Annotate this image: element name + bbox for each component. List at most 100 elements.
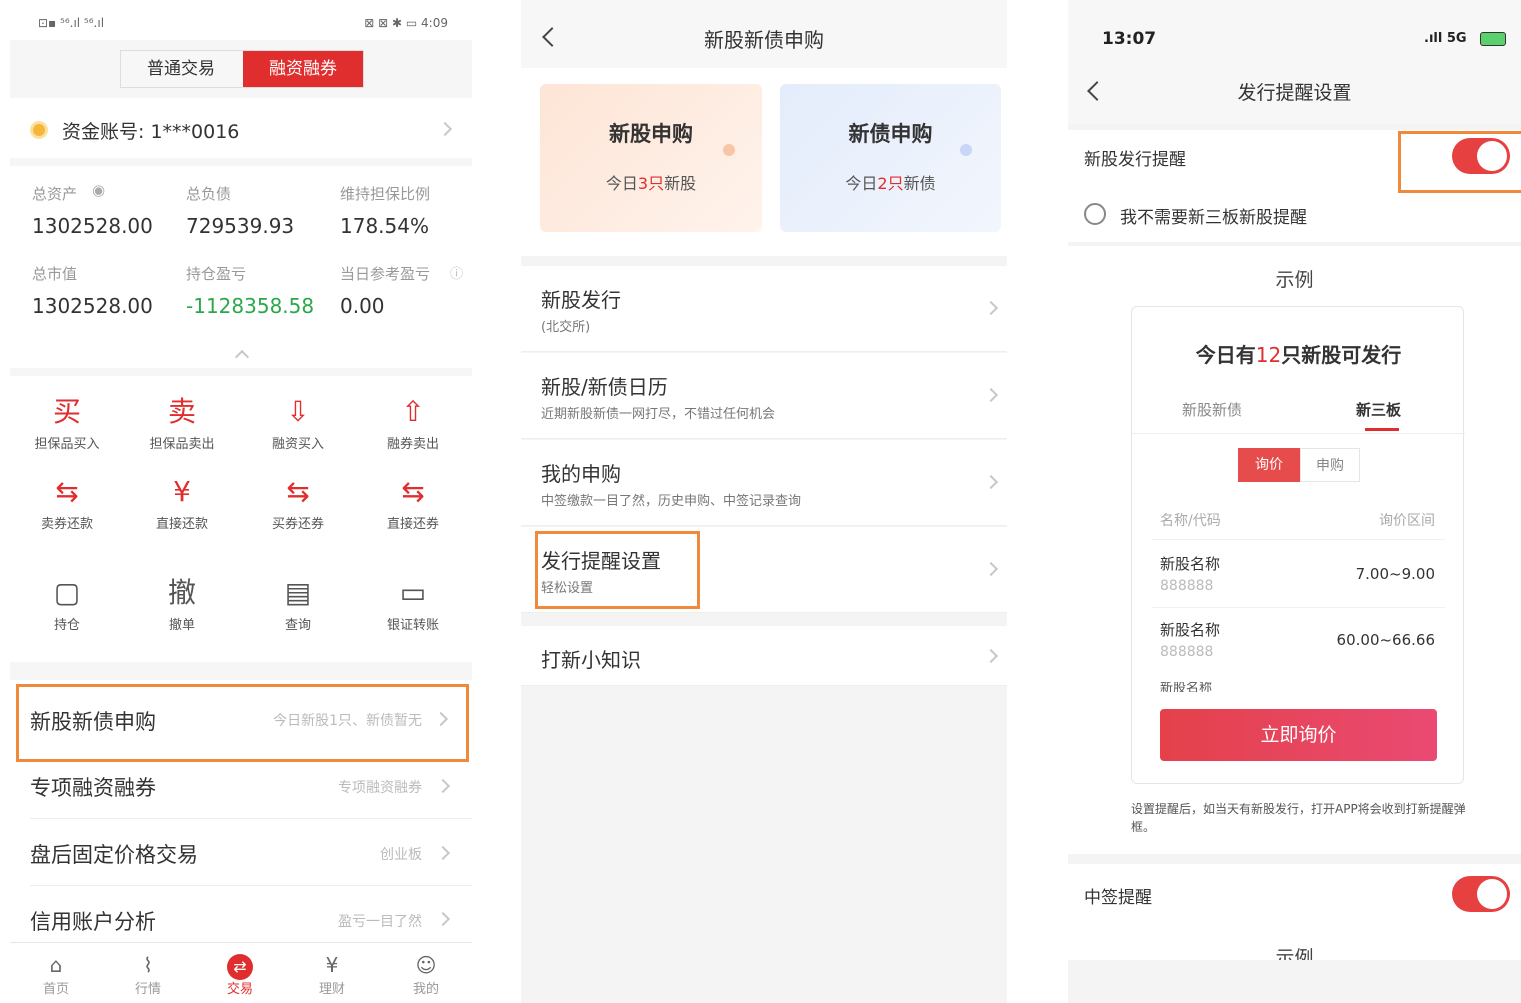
help-icon[interactable]: ⓘ <box>450 263 463 282</box>
example-card: 今日有12只新股可发行 新股新债 新三板 询价 申购 名称/代码 询价区间 新股… <box>1131 306 1465 784</box>
chevron-right-icon[interactable] <box>435 845 451 861</box>
menu-sub: 中签缴款一目了然，历史申购、中签记录查询 <box>541 494 802 509</box>
seg-inquiry[interactable]: 询价 <box>1238 448 1300 482</box>
ipo-stock-card[interactable]: 新股申购 今日3只新股 <box>540 84 762 232</box>
stat-label: 总资产 <box>32 185 78 203</box>
divider <box>30 885 472 886</box>
nav-market[interactable]: ⌇ 行情 <box>118 952 178 997</box>
status-time: 13:07 <box>1102 29 1157 49</box>
collateral-buy-button[interactable]: 买担保品买入 <box>17 393 117 452</box>
action-label: 查询 <box>284 618 311 633</box>
eye-icon[interactable]: ◉ <box>92 181 105 199</box>
card-sub-num: 3只 <box>637 174 665 193</box>
chevron-right-icon[interactable] <box>435 911 451 927</box>
exchange-icon: ⇆ <box>55 475 79 508</box>
trade-icon: ⇄ <box>210 952 270 980</box>
buy-return-button[interactable]: ⇆ 买券还券 <box>248 473 348 532</box>
ipo-bond-card[interactable]: 新债申购 今日2只新债 <box>780 84 1001 232</box>
phone-ipo: 新股新债申购 新股申购 今日3只新股 新债申购 今日2只新债 新股发行 (北交所… <box>521 0 1007 1003</box>
action-label: 担保品买入 <box>34 437 100 452</box>
menu-my-subscriptions[interactable]: 我的申购 中签缴款一目了然，历史申购、中签记录查询 <box>521 440 1007 526</box>
seg-subscribe[interactable]: 申购 <box>1300 448 1360 482</box>
collateral-sell-button[interactable]: 卖担保品卖出 <box>132 393 232 452</box>
cancel-order-button[interactable]: 撤撤单 <box>132 574 232 633</box>
highlight-box <box>1398 131 1521 193</box>
direct-repay-button[interactable]: ¥ 直接还款 <box>132 473 232 532</box>
nav-me[interactable]: ☺ 我的 <box>396 952 456 997</box>
stock-name: 新股名称 <box>1160 621 1221 639</box>
stock-name: 新股名称 <box>1160 555 1221 573</box>
divider <box>30 818 472 819</box>
action-label: 买券还券 <box>271 517 324 532</box>
action-label: 直接还款 <box>155 517 208 532</box>
card-tab-neeq[interactable]: 新三板 <box>1356 399 1401 420</box>
user-icon: ☺ <box>415 953 437 977</box>
header <box>1068 0 1521 124</box>
col-name: 名称/代码 <box>1160 513 1221 529</box>
menu-sub: (北交所) <box>541 320 591 335</box>
chevron-up-icon[interactable] <box>234 349 250 365</box>
menu-ipo-issue[interactable]: 新股发行 (北交所) <box>521 266 1007 352</box>
dot-decoration <box>723 144 735 156</box>
tab-normal-trade[interactable]: 普通交易 <box>121 51 241 87</box>
row-sub: 创业板 <box>380 847 422 863</box>
note-text: 设置提醒后，如当天有新股发行，打开APP将会收到打新提醒弹框。 <box>1131 802 1466 834</box>
nav-label: 行情 <box>134 982 161 997</box>
row-sub: 专项融资融券 <box>338 780 422 796</box>
status-right: ⊠ ⊠ ✱ ▭ 4:09 <box>364 16 448 30</box>
divider <box>1132 433 1465 434</box>
phone-reminder-settings: 13:07 .ıll 5G 发行提醒设置 新股发行提醒 我不需要新三板新股提醒 … <box>1068 0 1521 1003</box>
query-button[interactable]: ▤ 查询 <box>248 574 348 633</box>
short-sell-button[interactable]: ⇧ 融券卖出 <box>363 393 463 452</box>
divider <box>10 942 472 943</box>
menu-sub: 近期新股新债一网打尽，不错过任何机会 <box>541 407 776 422</box>
nav-home[interactable]: ⌂ 首页 <box>26 952 86 997</box>
exchange-icon: ⇆ <box>286 475 310 508</box>
page-title: 新股新债申购 <box>704 28 824 52</box>
chevron-right-icon[interactable] <box>437 121 453 137</box>
battery-icon <box>1480 32 1506 46</box>
card-sub-post: 新债 <box>903 174 936 193</box>
col-range: 询价区间 <box>1379 513 1435 529</box>
winning-reminder-toggle[interactable] <box>1452 876 1510 912</box>
card-tab-ipo[interactable]: 新股新债 <box>1182 399 1242 420</box>
winning-reminder-label: 中签提醒 <box>1084 888 1152 908</box>
bank-transfer-button[interactable]: ▭ 银证转账 <box>363 574 463 633</box>
row-after-hours[interactable]: 盘后固定价格交易 <box>30 839 198 869</box>
highlight-box <box>535 531 700 609</box>
upload-tray-icon: ⇧ <box>401 395 425 428</box>
account-label: 资金账号: 1***0016 <box>62 121 240 143</box>
positions-button[interactable]: ▢ 持仓 <box>17 574 117 633</box>
sell-repay-button[interactable]: ⇆ 卖券还款 <box>17 473 117 532</box>
download-tray-icon: ⇩ <box>286 395 310 428</box>
direct-return-button[interactable]: ⇆ 直接还券 <box>363 473 463 532</box>
inquiry-now-button[interactable]: 立即询价 <box>1160 709 1437 761</box>
row-special-margin[interactable]: 专项融资融券 <box>30 772 156 802</box>
bottom-area <box>1068 960 1521 1003</box>
stat-value: 0.00 <box>340 294 385 318</box>
trade-icon-glyph: ⇄ <box>227 954 253 980</box>
action-label: 直接还券 <box>386 517 439 532</box>
menu-tips[interactable]: 打新小知识 <box>521 626 1007 686</box>
row-credit-analysis[interactable]: 信用账户分析 <box>30 906 156 936</box>
coin-icon <box>30 121 48 139</box>
highlight-box <box>16 684 469 762</box>
card-sub-post: 新股 <box>664 174 697 193</box>
margin-buy-button[interactable]: ⇩ 融资买入 <box>248 393 348 452</box>
card-title-pre: 今日有 <box>1195 343 1256 367</box>
divider <box>1152 607 1445 608</box>
menu-calendar[interactable]: 新股/新债日历 近期新股新债一网打尽，不错过任何机会 <box>521 353 1007 439</box>
card-title-num: 12 <box>1255 343 1282 367</box>
nav-trade[interactable]: ⇄ 交易 <box>210 952 270 997</box>
active-tab-indicator <box>1365 428 1399 431</box>
radio-unchecked[interactable] <box>1084 203 1106 225</box>
divider <box>10 662 472 680</box>
trade-type-segment: 普通交易 融资融券 <box>120 50 364 88</box>
document-search-icon: ▤ <box>284 576 312 609</box>
nav-wealth[interactable]: ¥ 理财 <box>302 952 362 997</box>
chevron-right-icon[interactable] <box>435 778 451 794</box>
tab-margin-trade[interactable]: 融资融券 <box>243 51 363 87</box>
stat-label: 总负债 <box>186 185 232 203</box>
money-bag-icon: ¥ <box>325 953 339 977</box>
chevron-right-icon <box>983 561 999 577</box>
